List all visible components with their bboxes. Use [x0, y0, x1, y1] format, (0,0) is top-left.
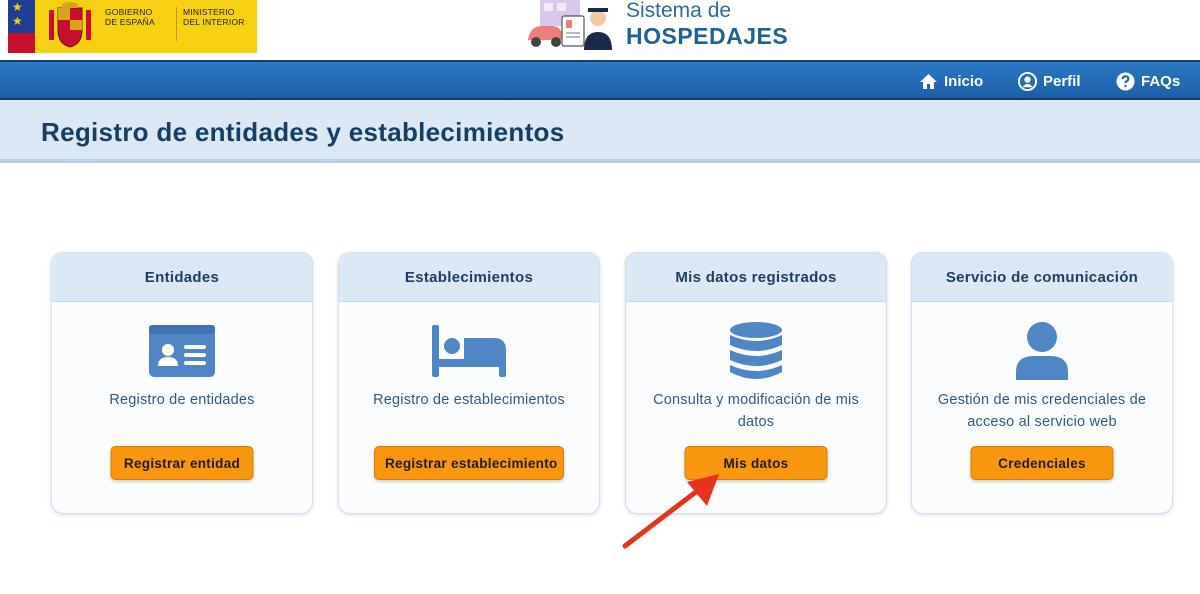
- nav-inicio[interactable]: Inicio: [919, 62, 983, 100]
- database-icon: [730, 322, 782, 379]
- star-icon: ★: [12, 14, 23, 28]
- card-title: Entidades: [52, 253, 312, 302]
- eu-flag-strip: ★ ★: [8, 0, 35, 53]
- title-band: Registro de entidades y establecimientos: [0, 100, 1200, 163]
- card-servicio-comunicacion: Servicio de comunicación Gestión de mis …: [911, 252, 1173, 514]
- user-circle-icon: [1018, 71, 1037, 91]
- card-description: Registro de entidades: [109, 392, 255, 408]
- card-title: Servicio de comunicación: [912, 253, 1172, 302]
- credenciales-button[interactable]: Credenciales: [970, 446, 1114, 480]
- registrar-entidad-button[interactable]: Registrar entidad: [110, 446, 254, 480]
- nav-faqs-label: FAQs: [1141, 72, 1181, 90]
- bed-icon: [432, 325, 506, 377]
- registrar-establecimiento-button[interactable]: Registrar establecimiento: [374, 446, 564, 480]
- gobierno-text: GOBIERNO DE ESPAÑA: [105, 7, 155, 27]
- brand-title: HOSPEDAJES: [626, 23, 789, 49]
- card-mis-datos-registrados: Mis datos registrados Consulta y modific…: [625, 252, 887, 514]
- gobierno-ministerio-logo[interactable]: ★ ★ GOBIERNO DE ESPAÑA MINISTERIO DEL IN…: [8, 0, 257, 53]
- star-icon: ★: [12, 0, 23, 14]
- page-title: Registro de entidades y establecimientos: [41, 117, 565, 147]
- brand-subtitle: Sistema de: [626, 0, 732, 22]
- mis-datos-button[interactable]: Mis datos: [684, 446, 828, 480]
- nav-perfil[interactable]: Perfil: [1018, 62, 1081, 100]
- card-establecimientos: Establecimientos Registro de establecimi…: [338, 252, 600, 514]
- nav-faqs[interactable]: FAQs: [1116, 62, 1180, 100]
- ministerio-text: MINISTERIO DEL INTERIOR: [176, 7, 245, 41]
- hospedajes-logo-illustration: [528, 0, 612, 50]
- card-description: Registro de establecimientos: [373, 392, 565, 408]
- card-description: Gestión de mis credenciales de acceso al…: [937, 392, 1147, 430]
- main-navbar: Inicio Perfil FAQs: [0, 60, 1200, 100]
- card-description: Consulta y modificación de mis datos: [653, 392, 859, 430]
- card-title: Mis datos registrados: [626, 253, 886, 302]
- id-card-icon: [149, 325, 215, 377]
- home-icon: [920, 73, 937, 89]
- card-title: Establecimientos: [339, 253, 599, 302]
- coat-of-arms-icon: [49, 2, 91, 48]
- top-header: ★ ★ GOBIERNO DE ESPAÑA MINISTERIO DEL IN…: [0, 0, 1200, 60]
- user-icon: [1016, 322, 1068, 380]
- nav-perfil-label: Perfil: [1043, 72, 1081, 90]
- question-circle-icon: [1116, 71, 1135, 91]
- card-entidades: Entidades Registro de entidades Registra…: [51, 252, 313, 514]
- nav-inicio-label: Inicio: [944, 72, 984, 90]
